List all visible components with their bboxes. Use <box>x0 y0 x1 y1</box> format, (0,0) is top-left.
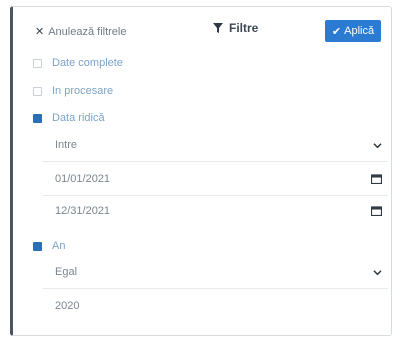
date-from-input[interactable]: 01/01/2021 <box>51 163 384 195</box>
option-label: An <box>52 240 66 252</box>
filter-title-label: Filtre <box>229 21 259 35</box>
checkbox[interactable] <box>33 58 42 68</box>
option-label: Date complete <box>52 57 123 69</box>
check-icon: ✔ <box>331 25 342 38</box>
clear-filters-label: Anulează filtrele <box>48 25 127 38</box>
option-date-complete[interactable]: Date complete <box>33 57 123 69</box>
year-operator-value: Egal <box>55 266 78 278</box>
option-label: In procesare <box>52 85 114 97</box>
calendar-icon[interactable] <box>371 174 382 184</box>
filter-toolbar: ✕ Anulează filtrele Filtre ✔ Aplică <box>13 7 391 53</box>
filter-title: Filtre <box>213 21 258 35</box>
option-an[interactable]: An <box>33 240 65 252</box>
calendar-icon[interactable] <box>371 206 382 216</box>
divider <box>43 161 388 162</box>
apply-button[interactable]: ✔ Aplică <box>325 20 381 42</box>
date-from-value: 01/01/2021 <box>55 173 111 185</box>
date-operator-select[interactable]: Intre <box>51 129 384 161</box>
year-operator-select[interactable]: Egal <box>51 256 384 288</box>
checkbox-checked[interactable] <box>33 241 42 251</box>
option-label: Data ridică <box>52 112 105 124</box>
year-value: 2020 <box>55 300 80 312</box>
apply-label: Aplică <box>344 25 375 37</box>
close-icon: ✕ <box>35 26 45 38</box>
divider <box>43 288 388 289</box>
chevron-down-icon <box>373 269 382 275</box>
option-data-ridica[interactable]: Data ridică <box>33 112 105 124</box>
clear-filters-button[interactable]: ✕ Anulează filtrele <box>35 25 127 39</box>
date-to-input[interactable]: 12/31/2021 <box>51 195 384 227</box>
checkbox[interactable] <box>33 86 42 96</box>
date-to-value: 12/31/2021 <box>55 205 111 217</box>
chevron-down-icon <box>373 142 382 148</box>
funnel-icon <box>213 23 223 33</box>
checkbox-checked[interactable] <box>33 113 42 123</box>
year-value-input[interactable]: 2020 <box>51 290 384 322</box>
date-operator-value: Intre <box>55 139 78 151</box>
filter-panel: ✕ Anulează filtrele Filtre ✔ Aplică Date… <box>10 6 392 336</box>
option-in-procesare[interactable]: In procesare <box>33 85 113 97</box>
